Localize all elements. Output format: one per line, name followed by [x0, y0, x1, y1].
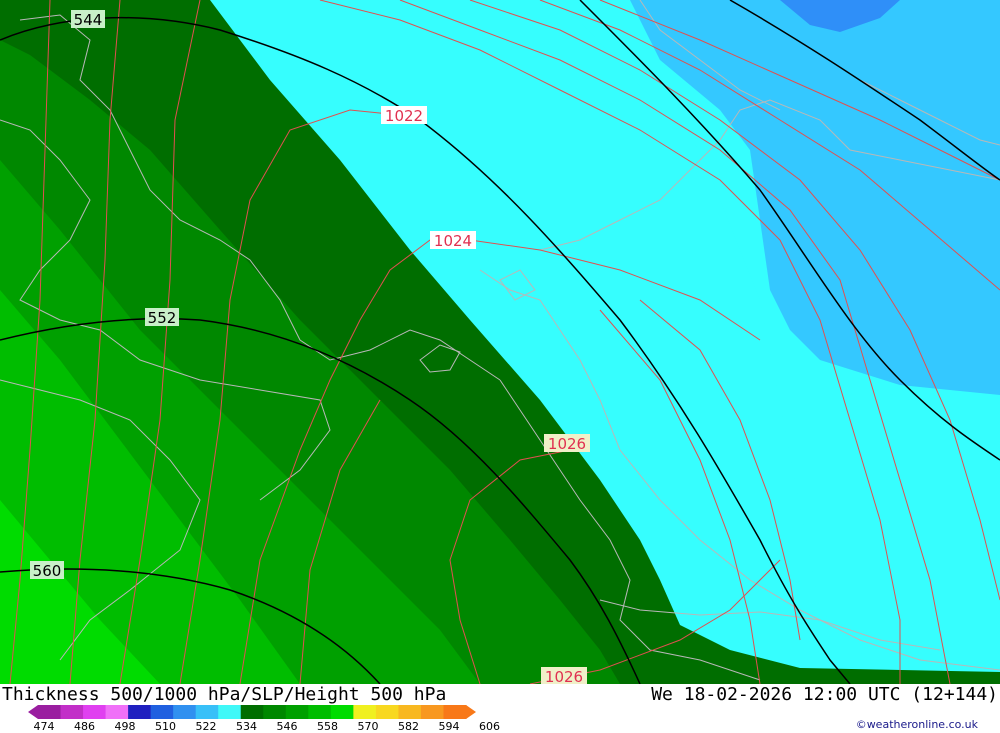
pressure-label-1022: 1022	[381, 106, 427, 125]
weather-map: 544 552 560 1022 1024 1026 1026	[0, 0, 1000, 684]
height-label-544: 544	[71, 10, 105, 29]
legend-swatch	[443, 705, 467, 719]
legend-swatch	[173, 705, 197, 719]
pressure-label-1024: 1024	[430, 231, 476, 250]
legend-arrow-left	[28, 705, 38, 719]
legend-swatch	[285, 705, 309, 719]
legend-swatch	[195, 705, 219, 719]
legend-tick-label: 474	[33, 720, 55, 733]
legend-tick-label: 570	[357, 720, 379, 733]
height-label-560: 560	[30, 561, 64, 580]
legend-tick-label: 498	[114, 720, 136, 733]
legend-tick-label: 606	[479, 720, 500, 733]
valid-time: We 18-02-2026 12:00 UTC (12+144)	[651, 684, 998, 705]
product-title: Thickness 500/1000 hPa/SLP/Height 500 hP…	[2, 684, 447, 705]
height-label-552: 552	[145, 308, 179, 327]
legend-swatch	[353, 705, 377, 719]
pressure-label-1026-b: 1026	[541, 667, 587, 684]
legend-swatch	[83, 705, 107, 719]
legend-arrow-right	[466, 705, 476, 719]
legend-swatch	[38, 705, 62, 719]
legend-swatch	[60, 705, 84, 719]
legend-tick-label: 522	[195, 720, 217, 733]
legend-swatch	[150, 705, 174, 719]
credit-link[interactable]: ©weatheronline.co.uk	[856, 718, 978, 731]
svg-text:560: 560	[33, 562, 62, 580]
svg-text:1026: 1026	[548, 435, 586, 453]
legend-swatch	[128, 705, 152, 719]
svg-text:1024: 1024	[434, 232, 472, 250]
legend-tick-label: 534	[236, 720, 257, 733]
legend-tick-label: 510	[155, 720, 176, 733]
color-legend	[28, 705, 476, 719]
legend-swatch	[375, 705, 399, 719]
legend-tick-label: 486	[74, 720, 95, 733]
legend-swatch	[105, 705, 129, 719]
legend-tick-label: 546	[276, 720, 298, 733]
svg-text:552: 552	[148, 309, 177, 327]
legend-tick-label: 594	[438, 720, 460, 733]
legend-swatch	[263, 705, 287, 719]
legend-swatch	[218, 705, 242, 719]
svg-text:1026: 1026	[545, 668, 583, 684]
svg-text:1022: 1022	[385, 107, 423, 125]
legend-swatch	[240, 705, 264, 719]
map-footer: Thickness 500/1000 hPa/SLP/Height 500 hP…	[0, 684, 1000, 733]
legend-swatch	[330, 705, 354, 719]
legend-swatch	[420, 705, 444, 719]
legend-swatch	[308, 705, 332, 719]
svg-text:544: 544	[74, 11, 103, 29]
pressure-label-1026-a: 1026	[544, 434, 590, 453]
legend-swatch	[398, 705, 422, 719]
legend-tick-label: 558	[317, 720, 338, 733]
legend-tick-label: 582	[398, 720, 419, 733]
